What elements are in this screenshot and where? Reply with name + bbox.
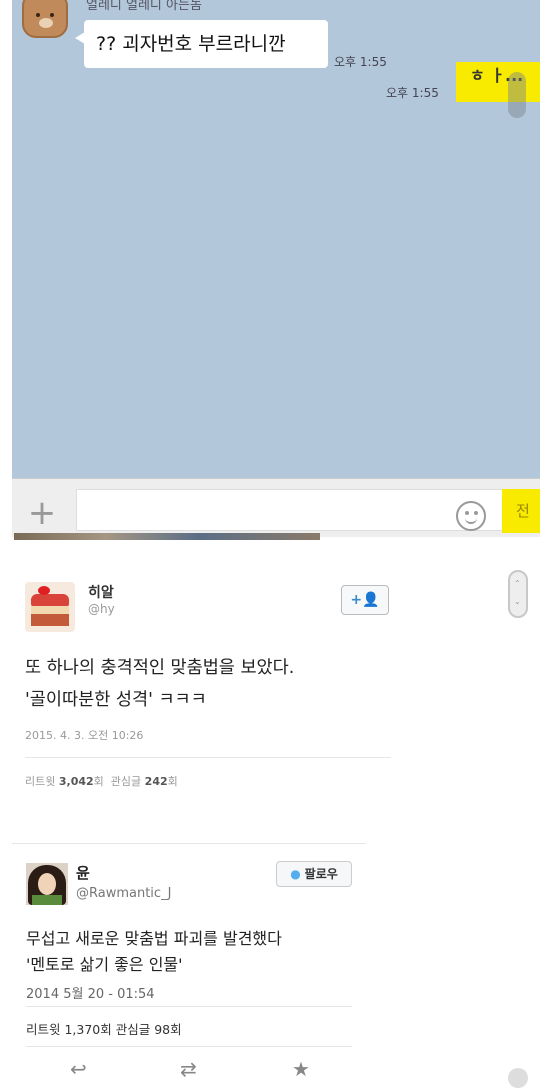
tweet-author-handle[interactable]: @hy	[88, 602, 115, 616]
message-input-bar: + 전송	[12, 478, 540, 537]
message-input[interactable]	[76, 489, 514, 531]
follow-button[interactable]: ● 팔로우	[276, 861, 352, 887]
outgoing-message-time: 오후 1:55	[386, 86, 439, 100]
add-user-button[interactable]: +👤	[341, 585, 389, 615]
tweet-author-name[interactable]: 히알	[88, 582, 114, 602]
tweet-card-1: 히알 @hy +👤 또 하나의 충격적인 맞춤법을 보았다. '골이따분한 성격…	[8, 556, 404, 804]
send-button[interactable]: 전송	[502, 489, 540, 533]
plus-icon[interactable]: +	[26, 496, 58, 530]
tweet-text-line: 또 하나의 충격적인 맞춤법을 보았다.	[25, 658, 295, 678]
tweet-card-2: 윤 @Rawmantic_J ● 팔로우 무섭고 새로운 맞춤법 파괴를 발견했다…	[12, 843, 366, 1081]
divider	[26, 1046, 352, 1047]
outgoing-message-bubble[interactable]: ㅎ ㅏ...	[456, 62, 540, 102]
retweet-label: 리트윗	[25, 775, 56, 788]
tweet-text-line: '멘토로 삶기 좋은 인물'	[26, 955, 183, 974]
tweet-date[interactable]: 2015. 4. 3. 오전 10:26	[25, 727, 143, 743]
divider	[12, 843, 366, 844]
cake-avatar[interactable]	[25, 582, 75, 632]
twitter-bird-icon: ●	[290, 867, 301, 881]
favorite-count[interactable]: 242	[145, 775, 168, 788]
sender-name: 얼레디 얼레디 아는놈	[86, 0, 202, 13]
favorite-label: 관심글	[110, 775, 142, 788]
page-scroll-indicator[interactable]	[508, 1068, 528, 1088]
user-avatar[interactable]	[26, 863, 68, 905]
retweet-count[interactable]: 3,042	[59, 775, 94, 788]
tweet-text-line: 무섭고 새로운 맞춤법 파괴를 발견했다	[26, 929, 282, 948]
tweet-date[interactable]: 2014 5월 20 - 01:54	[26, 983, 155, 1002]
add-user-icon: +👤	[350, 592, 380, 608]
reply-icon[interactable]: ↩	[70, 1057, 87, 1081]
divider	[25, 757, 391, 758]
cropped-image-strip	[14, 533, 320, 540]
favorite-icon[interactable]: ★	[292, 1057, 310, 1081]
tweet-stats: 리트윗 3,042회 관심글 242회	[25, 773, 178, 789]
follow-label: 팔로우	[304, 867, 338, 881]
tweet-author-name[interactable]: 윤	[76, 862, 90, 883]
tweet-author-handle[interactable]: @Rawmantic_J	[76, 886, 171, 901]
smiley-icon[interactable]	[456, 501, 486, 531]
page-scrollbar[interactable]: ⌃ ⌄	[508, 570, 528, 618]
favorite-unit: 회	[167, 775, 178, 788]
divider	[26, 1006, 352, 1007]
sender-avatar[interactable]	[22, 0, 68, 38]
retweet-icon[interactable]: ⇄	[180, 1057, 197, 1081]
incoming-message-time: 오후 1:55	[334, 55, 387, 69]
incoming-message-bubble[interactable]: ?? 괴자번호 부르라니깐	[75, 20, 328, 68]
tweet-text-line: '골이따분한 성격' ㅋㅋㅋ	[25, 690, 207, 710]
chat-scrollbar[interactable]	[508, 72, 526, 118]
tweet-stats[interactable]: 리트윗 1,370회 관심글 98회	[26, 1019, 182, 1038]
retweet-unit: 회	[93, 775, 104, 788]
chat-screenshot: 얼레디 얼레디 아는놈 ?? 괴자번호 부르라니깐 오후 1:55 오후 1:5…	[0, 0, 540, 540]
